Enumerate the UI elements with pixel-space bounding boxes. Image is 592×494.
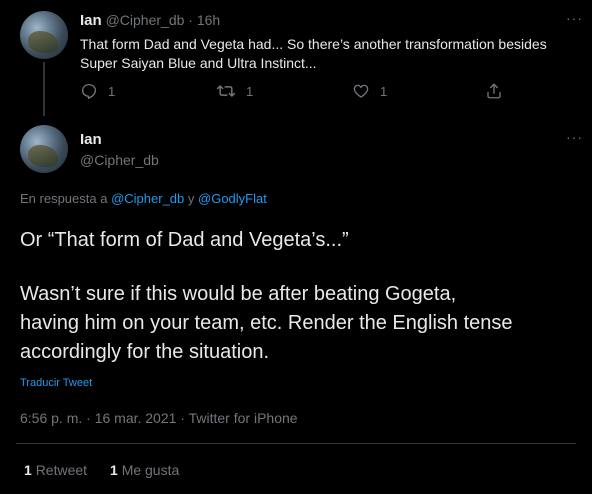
translate-tweet-link[interactable]: Traducir Tweet (20, 377, 92, 389)
like-button[interactable]: 1 (352, 82, 387, 100)
likes-stat[interactable]: 1 Me gusta (110, 462, 179, 478)
share-icon (485, 82, 503, 100)
more-icon[interactable]: ··· (566, 10, 583, 26)
tweet1-time[interactable]: 16h (197, 12, 220, 28)
divider (16, 443, 576, 444)
tweet1-text-line1: That form Dad and Vegeta had... So there… (80, 36, 547, 52)
tweet2-handle[interactable]: @Cipher_db (80, 150, 159, 170)
tweet2-text: Or “That form of Dad and Vegeta’s...” Wa… (20, 226, 513, 367)
reply-context: En respuesta a @Cipher_db y @GodlyFlat (20, 191, 267, 206)
tweet1-header: Ian @Cipher_db · 16h (80, 12, 220, 29)
retweets-count: 1 (24, 462, 32, 478)
retweets-stat[interactable]: 1 Retweet (24, 462, 87, 478)
like-count: 1 (380, 83, 388, 99)
tweet1-handle[interactable]: @Cipher_db (106, 12, 185, 28)
reply-icon (80, 82, 98, 100)
likes-count: 1 (110, 462, 118, 478)
tweet2-text-line1: Or “That form of Dad and Vegeta’s...” (20, 229, 349, 251)
tweet1-separator: · (188, 12, 193, 28)
retweets-label: Retweet (35, 462, 88, 478)
tweet2-header: Ian @Cipher_db (80, 130, 159, 170)
tweet2-author-name[interactable]: Ian (80, 130, 159, 150)
reply-button[interactable]: 1 (80, 82, 115, 100)
tweet2-text-line2: Wasn’t sure if this would be after beati… (20, 283, 457, 305)
tweet1-author-name[interactable]: Ian (80, 12, 102, 29)
retweet-button[interactable]: 1 (216, 82, 253, 100)
reply-context-conj: y (187, 191, 195, 206)
tweet-meta[interactable]: 6:56 p. m. · 16 mar. 2021 · Twitter for … (20, 410, 298, 426)
like-icon (352, 82, 370, 100)
retweet-count: 1 (246, 83, 254, 99)
share-button[interactable] (485, 82, 503, 100)
likes-label: Me gusta (121, 462, 180, 478)
tweet1-text: That form Dad and Vegeta had... So there… (80, 35, 547, 73)
reply-count: 1 (108, 83, 116, 99)
retweet-icon (216, 82, 236, 100)
more-icon[interactable]: ··· (566, 129, 583, 145)
reply-context-user-cipher[interactable]: @Cipher_db (111, 191, 184, 206)
tweet1-text-line2: Super Saiyan Blue and Ultra Instinct... (80, 55, 317, 71)
reply-context-user-godlyflat[interactable]: @GodlyFlat (198, 191, 267, 206)
thread-line (43, 62, 45, 116)
avatar[interactable] (20, 125, 68, 173)
tweet2-text-line3: having him on your team, etc. Render the… (20, 312, 513, 334)
tweet2-text-line4: accordingly for the situation. (20, 341, 270, 363)
reply-context-prefix: En respuesta a (20, 191, 108, 206)
avatar[interactable] (20, 11, 68, 59)
